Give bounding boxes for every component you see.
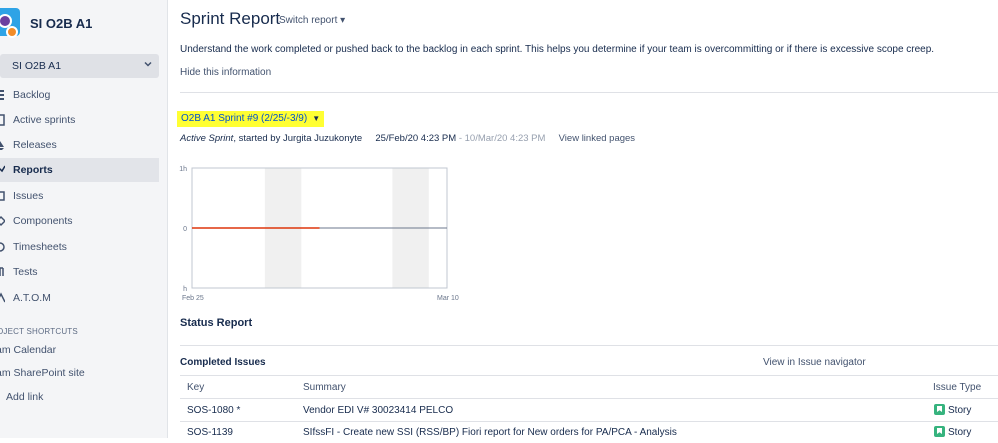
board-selector[interactable]: SI O2B A1 — [0, 54, 159, 78]
status-report-heading: Status Report — [180, 317, 253, 329]
ship-icon — [0, 139, 5, 151]
sidebar-item-issues[interactable]: Issues — [0, 184, 159, 208]
sidebar-item-atom[interactable]: A.T.O.M — [0, 286, 159, 310]
sidebar-item-reports[interactable]: Reports — [0, 158, 159, 182]
project-header[interactable]: SI O2B A1 — [0, 6, 167, 38]
sidebar-item-label: A.T.O.M — [13, 292, 51, 304]
page-title: Sprint Report — [180, 9, 281, 28]
sprint-started-by: , started by Jurgita Juzukonyte — [233, 133, 363, 144]
issue-summary-link[interactable]: Vendor EDI V# 30023414 PELCO — [303, 405, 453, 416]
report-description: Understand the work completed or pushed … — [180, 44, 935, 55]
sprint-meta: Active Sprint, started by Jurgita Juzuko… — [180, 133, 635, 144]
x-tick-label: Mar 10 — [437, 295, 459, 302]
sprint-start-date: 25/Feb/20 4:23 PM — [375, 133, 457, 144]
chevron-down-icon: ▾ — [340, 15, 346, 26]
switch-report-dropdown[interactable]: Switch report ▾ — [279, 15, 345, 26]
add-link-button[interactable]: Add link — [6, 391, 43, 403]
y-tick-label: 0 — [183, 226, 187, 233]
sprint-selector-label: O2B A1 Sprint #9 (2/25/-3/9) — [181, 113, 308, 124]
sidebar-item-label: Active sprints — [13, 114, 76, 126]
table-row: SOS-1139 SIfssFI - Create new SSI (RSS/B… — [180, 422, 998, 443]
chevron-down-icon: ▼ — [309, 114, 321, 123]
sidebar-item-label: Reports — [13, 164, 53, 176]
project-avatar-icon — [0, 8, 20, 38]
divider — [180, 345, 998, 346]
burndown-chart: 1h 0 h Feb 25 Mar 10 — [179, 166, 459, 302]
issue-key-link[interactable]: SOS-1139 — [187, 427, 233, 438]
issue-summary-link[interactable]: SIfssFI - Create new SSI (RSS/BP) Fiori … — [303, 427, 677, 438]
clock-icon — [0, 241, 5, 253]
backlog-icon — [0, 89, 5, 101]
sidebar-item-label: Tests — [13, 266, 38, 278]
board-icon — [0, 114, 5, 126]
sidebar-item-label: Releases — [13, 139, 57, 151]
view-in-issue-navigator-link[interactable]: View in Issue navigator — [763, 357, 866, 368]
shortcut-link[interactable]: am SharePoint site — [0, 367, 85, 379]
test-icon — [0, 266, 5, 278]
sidebar-item-label: Components — [13, 215, 73, 227]
date-separator: - — [456, 133, 465, 144]
sidebar-item-backlog[interactable]: Backlog — [0, 83, 159, 107]
chart-icon — [0, 164, 6, 176]
story-icon — [934, 426, 945, 437]
story-icon — [934, 404, 945, 415]
sidebar-item-timesheets[interactable]: Timesheets — [0, 235, 159, 259]
sidebar-item-label: Backlog — [13, 89, 51, 101]
issues-icon — [0, 190, 5, 202]
switch-report-label: Switch report — [279, 15, 338, 26]
component-icon — [0, 215, 7, 227]
atom-icon — [0, 292, 6, 304]
sprint-status: Active Sprint — [180, 133, 234, 144]
completed-issues-heading: Completed Issues — [180, 357, 266, 368]
sidebar-item-label: Timesheets — [13, 241, 67, 253]
y-tick-label: 1h — [179, 166, 187, 173]
sprint-end-date: 10/Mar/20 4:23 PM — [464, 133, 546, 144]
y-tick-label: h — [183, 286, 187, 293]
sidebar: SI O2B A1 SI O2B A1 Backlog Active sprin… — [0, 0, 168, 438]
divider — [180, 92, 998, 93]
main-content: Sprint Report Switch report ▾ Understand… — [167, 0, 998, 438]
board-name: SI O2B A1 — [12, 60, 62, 72]
divider — [180, 398, 998, 399]
column-header-key[interactable]: Key — [187, 382, 204, 393]
column-header-issue-type[interactable]: Issue Type — [933, 382, 981, 393]
project-shortcuts-heading: OJECT SHORTCUTS — [0, 327, 78, 336]
x-tick-label: Feb 25 — [182, 295, 204, 302]
column-header-summary[interactable]: Summary — [303, 382, 346, 393]
chevron-down-icon — [144, 61, 152, 67]
sidebar-item-components[interactable]: Components — [0, 209, 159, 233]
issue-type: Story — [948, 427, 972, 438]
sprint-selector[interactable]: O2B A1 Sprint #9 (2/25/-3/9) ▼ — [177, 111, 325, 127]
issue-type: Story — [948, 405, 972, 416]
divider — [180, 375, 998, 376]
hide-information-link[interactable]: Hide this information — [180, 67, 271, 78]
sidebar-item-tests[interactable]: Tests — [0, 260, 159, 284]
sidebar-item-active-sprints[interactable]: Active sprints — [0, 108, 159, 132]
issue-key-link[interactable]: SOS-1080 * — [187, 405, 240, 416]
sidebar-item-label: Issues — [13, 190, 44, 202]
project-name: SI O2B A1 — [30, 16, 93, 31]
view-linked-pages-link[interactable]: View linked pages — [559, 133, 635, 144]
shortcut-link[interactable]: am Calendar — [0, 344, 56, 356]
sidebar-item-releases[interactable]: Releases — [0, 133, 159, 157]
table-row: SOS-1080 * Vendor EDI V# 30023414 PELCO … — [180, 400, 998, 421]
